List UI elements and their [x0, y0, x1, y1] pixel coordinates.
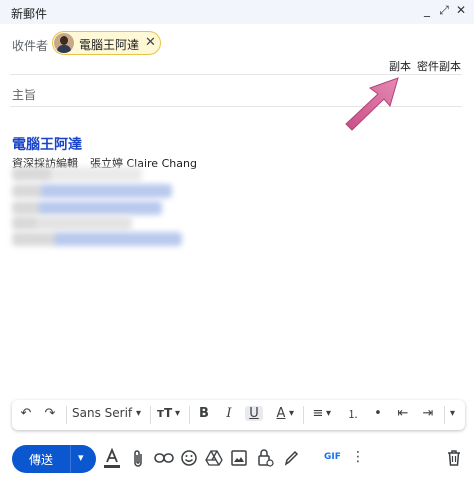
formatting-toolbar: ↶ ↷ Sans Serif ▾ тT ▾ B I U A ▾ ≡ ▾ ⒈ • … [12, 400, 465, 430]
schedule-send-caret-icon[interactable]: ▾ [78, 451, 84, 464]
drive-icon[interactable] [205, 449, 223, 467]
compose-title: 新郵件 [11, 7, 48, 21]
blurred-contact-line [12, 167, 142, 181]
indent-less-icon[interactable]: ⇤ [396, 406, 410, 421]
bulleted-list-icon[interactable]: • [371, 406, 385, 421]
signature-name: 電腦王阿達 [12, 137, 82, 153]
more-formatting-caret-icon[interactable]: ▾ [450, 408, 455, 419]
align-icon[interactable]: ≡ [311, 406, 325, 421]
subject-field[interactable]: 主旨 [12, 86, 36, 103]
blurred-contact-line [12, 216, 132, 230]
text-color-icon[interactable]: A [274, 406, 288, 421]
text-color-caret-icon[interactable]: ▾ [289, 408, 294, 419]
recipient-chip-name: 電腦王阿達 [79, 38, 140, 52]
indent-more-icon[interactable]: ⇥ [421, 406, 435, 421]
signature-pen-icon[interactable] [283, 449, 299, 467]
compose-titlebar: 新郵件 _ ⤢ ✕ [0, 0, 474, 24]
font-size-icon[interactable]: тT [157, 406, 172, 420]
recipients-row[interactable]: 收件者 電腦王阿達 ✕ [0, 28, 474, 58]
confidential-mode-icon[interactable] [256, 448, 274, 468]
link-icon[interactable] [154, 451, 174, 465]
underline-icon[interactable]: U [245, 406, 263, 421]
formatting-options-icon[interactable] [102, 448, 122, 470]
font-family-caret-icon[interactable]: ▾ [136, 408, 141, 419]
blurred-contact-line [12, 201, 162, 215]
redo-icon[interactable]: ↷ [42, 406, 58, 421]
close-button[interactable]: ✕ [453, 3, 469, 17]
send-button[interactable]: 傳送 ▾ [12, 445, 96, 473]
trash-icon[interactable] [446, 449, 462, 467]
blurred-contact-line [12, 184, 172, 198]
italic-icon[interactable]: I [222, 406, 236, 421]
recipient-chip[interactable]: 電腦王阿達 ✕ [52, 31, 161, 55]
font-size-caret-icon[interactable]: ▾ [175, 408, 180, 419]
fullscreen-button[interactable]: ⤢ [436, 3, 452, 18]
bcc-link[interactable]: 密件副本 [417, 58, 461, 74]
numbered-list-icon[interactable]: ⒈ [346, 406, 360, 422]
align-caret-icon[interactable]: ▾ [326, 408, 331, 419]
attach-icon[interactable] [130, 449, 146, 469]
photo-icon[interactable] [231, 450, 247, 466]
bold-icon[interactable]: B [197, 406, 211, 421]
avatar [54, 33, 74, 53]
blurred-contact-line [12, 232, 182, 246]
send-button-label: 傳送 [29, 453, 54, 467]
remove-recipient-icon[interactable]: ✕ [145, 35, 156, 50]
annotation-arrow-icon [345, 77, 399, 131]
gif-icon[interactable]: GIF [324, 452, 341, 462]
recipients-label: 收件者 [12, 39, 49, 53]
undo-icon[interactable]: ↶ [18, 406, 34, 421]
font-family-select[interactable]: Sans Serif [72, 406, 132, 420]
more-options-icon[interactable]: ⋮ [349, 449, 367, 465]
minimize-button[interactable]: _ [419, 3, 435, 17]
emoji-icon[interactable] [180, 449, 198, 467]
